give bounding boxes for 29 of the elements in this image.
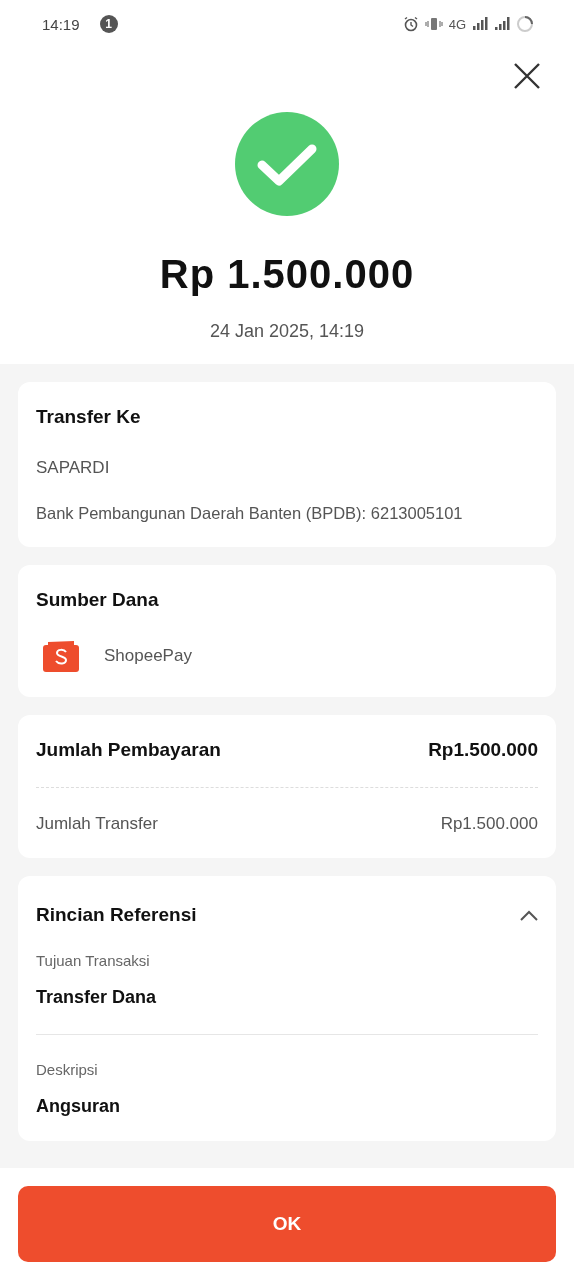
notification-badge: 1 (99, 15, 118, 33)
recipient-name: SAPARDI (36, 458, 111, 478)
ok-button[interactable]: OK (18, 1186, 556, 1262)
wallet-icon (42, 639, 80, 673)
signal-icon (494, 17, 510, 31)
card-title: Transfer Ke (36, 406, 142, 428)
transaction-datetime: 24 Jan 2025, 14:19 (209, 321, 365, 342)
field-label: Deskripsi (36, 1061, 99, 1078)
success-check-icon (235, 112, 339, 216)
amount: Rp 1.500.000 (159, 252, 415, 297)
field-label: Tujuan Transaksi (36, 952, 151, 969)
card-title: Rincian Referensi (36, 904, 197, 926)
card-title: Sumber Dana (36, 589, 160, 611)
close-icon[interactable] (513, 62, 541, 90)
total-value: Rp1.500.000 (428, 739, 538, 761)
status-time: 14:19 (42, 15, 80, 33)
detail-label: Jumlah Transfer (36, 814, 158, 834)
network-type: 4G (448, 16, 466, 32)
chevron-icon[interactable] (520, 909, 538, 921)
loading-icon (516, 15, 534, 33)
signal-icon (472, 17, 488, 31)
total-label: Jumlah Pembayaran (36, 739, 221, 761)
bank-account: Bank Pembangunan Daerah Banten (BPDB): 6213005101 (36, 504, 464, 523)
alarm-icon (402, 16, 419, 32)
payment-method: ShopeePay (104, 646, 192, 666)
detail-value: Rp1.500.000 (440, 814, 538, 834)
vibrate-icon (424, 17, 443, 31)
field-value: Transfer Dana (36, 987, 158, 1008)
field-value: Angsuran (36, 1096, 121, 1117)
